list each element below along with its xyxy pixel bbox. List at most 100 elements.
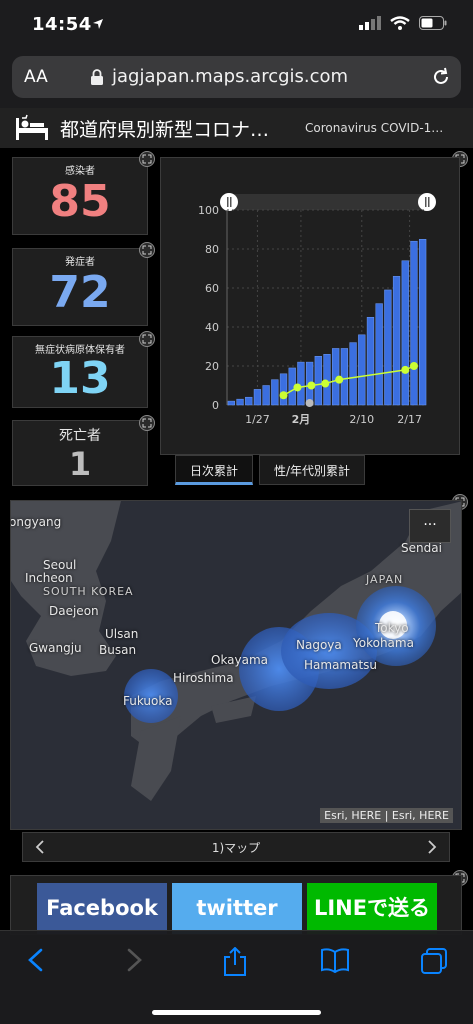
line-point [321, 379, 330, 388]
expand-icon[interactable] [139, 242, 155, 258]
y-tick-label: 60 [205, 282, 219, 295]
range-slider-track[interactable] [227, 194, 427, 210]
x-tick-label: 1/27 [245, 413, 270, 426]
expand-icon[interactable] [139, 331, 155, 347]
map-place-label: Yokohama [353, 636, 414, 650]
location-arrow-icon [93, 19, 103, 29]
line-point [335, 375, 344, 384]
indicator-symptomatic: 発症者 72 [12, 248, 148, 326]
map-place-label: Gwangju [29, 641, 82, 655]
map-place-label: Ulsan [105, 627, 139, 641]
chart-bar [297, 361, 305, 406]
map-more-button[interactable]: ··· [409, 509, 451, 543]
y-tick-label: 80 [205, 243, 219, 256]
map-panel[interactable]: ongyang Seoul Incheon SOUTH KOREA Daejeon Uls… [10, 500, 462, 830]
home-indicator [152, 1010, 321, 1015]
map-place-label: Nagoya [296, 638, 342, 652]
map-place-label: Hamamatsu [304, 658, 378, 672]
map-place-label: ongyang [10, 515, 62, 529]
x-tick-label: 2/17 [397, 413, 422, 426]
map-attribution: Esri, HERE | Esri, HERE [320, 808, 453, 823]
indicator-label: 感染者 [65, 166, 95, 177]
twitter-share-button[interactable]: twitter [172, 883, 302, 934]
chart-tabs: 日次累計 性/年代別累計 [175, 455, 366, 487]
indicator-deaths: 死亡者 1 [12, 420, 148, 486]
x-tick-label: 2/10 [349, 413, 374, 426]
status-time: 14:54 [32, 14, 92, 35]
line-point [409, 362, 418, 370]
expand-icon[interactable] [139, 151, 155, 167]
chart-bar [384, 289, 392, 406]
line-point [307, 381, 316, 390]
map-place-label: Daejeon [49, 604, 99, 618]
hospital-bed-logo-icon [16, 114, 48, 140]
chart-bar [253, 389, 262, 406]
chart-bar [410, 240, 418, 406]
chart-bar [245, 396, 253, 406]
indicator-infected: 感染者 85 [12, 157, 148, 235]
map-place-label: Incheon [25, 571, 73, 585]
expand-icon[interactable] [139, 415, 155, 431]
tabs-icon[interactable] [420, 947, 448, 975]
indicator-value: 13 [49, 353, 111, 404]
tab-sex-age-cumulative[interactable]: 性/年代別累計 [259, 455, 366, 485]
cumulative-chart-panel: 0 20 40 60 80 100 1/27 2月 2/10 2/17 [160, 157, 460, 455]
map-place-label: Fukuoka [123, 694, 173, 708]
chart-bar [349, 342, 357, 406]
browser-toolbar [0, 930, 473, 1024]
chevron-right-icon[interactable] [427, 840, 437, 854]
chart-bar [279, 373, 288, 406]
range-slider-right-handle[interactable] [418, 193, 436, 211]
indicator-value: 85 [49, 176, 111, 227]
dashboard-header: 都道府県別新型コロナ… Coronavirus COVID-1… [0, 108, 473, 148]
y-tick-label: 40 [205, 321, 219, 334]
chart-bar [392, 276, 401, 406]
y-tick-label: 100 [198, 204, 219, 217]
cellular-signal-icon [359, 16, 381, 30]
reload-icon[interactable] [431, 67, 451, 87]
facebook-share-button[interactable]: Facebook [37, 883, 167, 934]
map-place-label: Sendai [401, 541, 442, 555]
url-text[interactable]: jagjapan.maps.arcgis.com [112, 66, 348, 87]
indicator-value: 72 [49, 267, 111, 318]
browser-address-area: AA jagjapan.maps.arcgis.com [0, 50, 473, 108]
back-icon[interactable] [26, 947, 46, 973]
y-tick-label: 0 [212, 399, 219, 412]
pager-label: 1)マップ [211, 841, 261, 855]
status-bar: 14:54 [0, 0, 473, 50]
chart-bar [227, 400, 235, 406]
map-place-label: Tokyo [375, 621, 409, 635]
gray-point [305, 399, 314, 408]
line-point [401, 365, 410, 374]
chart-bar [340, 348, 349, 406]
map-place-label: SOUTH KOREA [43, 585, 134, 598]
map-place-label: Hiroshima [173, 671, 234, 685]
chart-bar [236, 398, 244, 406]
indicator-label: 死亡者 [59, 428, 101, 444]
reader-aa-button[interactable]: AA [24, 67, 48, 87]
map-place-label: Okayama [211, 653, 269, 667]
share-panel: Facebook twitter LINEで送る [10, 875, 462, 935]
wifi-icon [390, 16, 410, 30]
chart-bar [419, 239, 427, 406]
forward-icon[interactable] [124, 947, 144, 973]
indicator-value: 1 [68, 445, 92, 483]
chart-bar [375, 303, 383, 406]
line-point [279, 391, 288, 400]
line-point [293, 383, 302, 392]
line-share-button[interactable]: LINEで送る [307, 883, 437, 934]
range-slider-left-handle[interactable] [220, 193, 238, 211]
address-bar[interactable]: AA jagjapan.maps.arcgis.com [12, 56, 461, 98]
share-icon[interactable] [222, 947, 248, 977]
chart-bar [366, 317, 375, 406]
dashboard-subtitle: Coronavirus COVID-1… [305, 121, 444, 135]
bookmarks-icon[interactable] [320, 947, 350, 973]
map-pager: 1)マップ [22, 832, 450, 862]
indicator-label: 発症者 [65, 257, 95, 268]
chart-bar [314, 356, 322, 406]
map-place-label: Seoul [43, 558, 77, 572]
chart-bar [358, 334, 366, 406]
cumulative-chart: 0 20 40 60 80 100 1/27 2月 2/10 2/17 [198, 193, 436, 426]
battery-icon [419, 16, 447, 30]
tab-daily-cumulative[interactable]: 日次累計 [175, 455, 254, 485]
